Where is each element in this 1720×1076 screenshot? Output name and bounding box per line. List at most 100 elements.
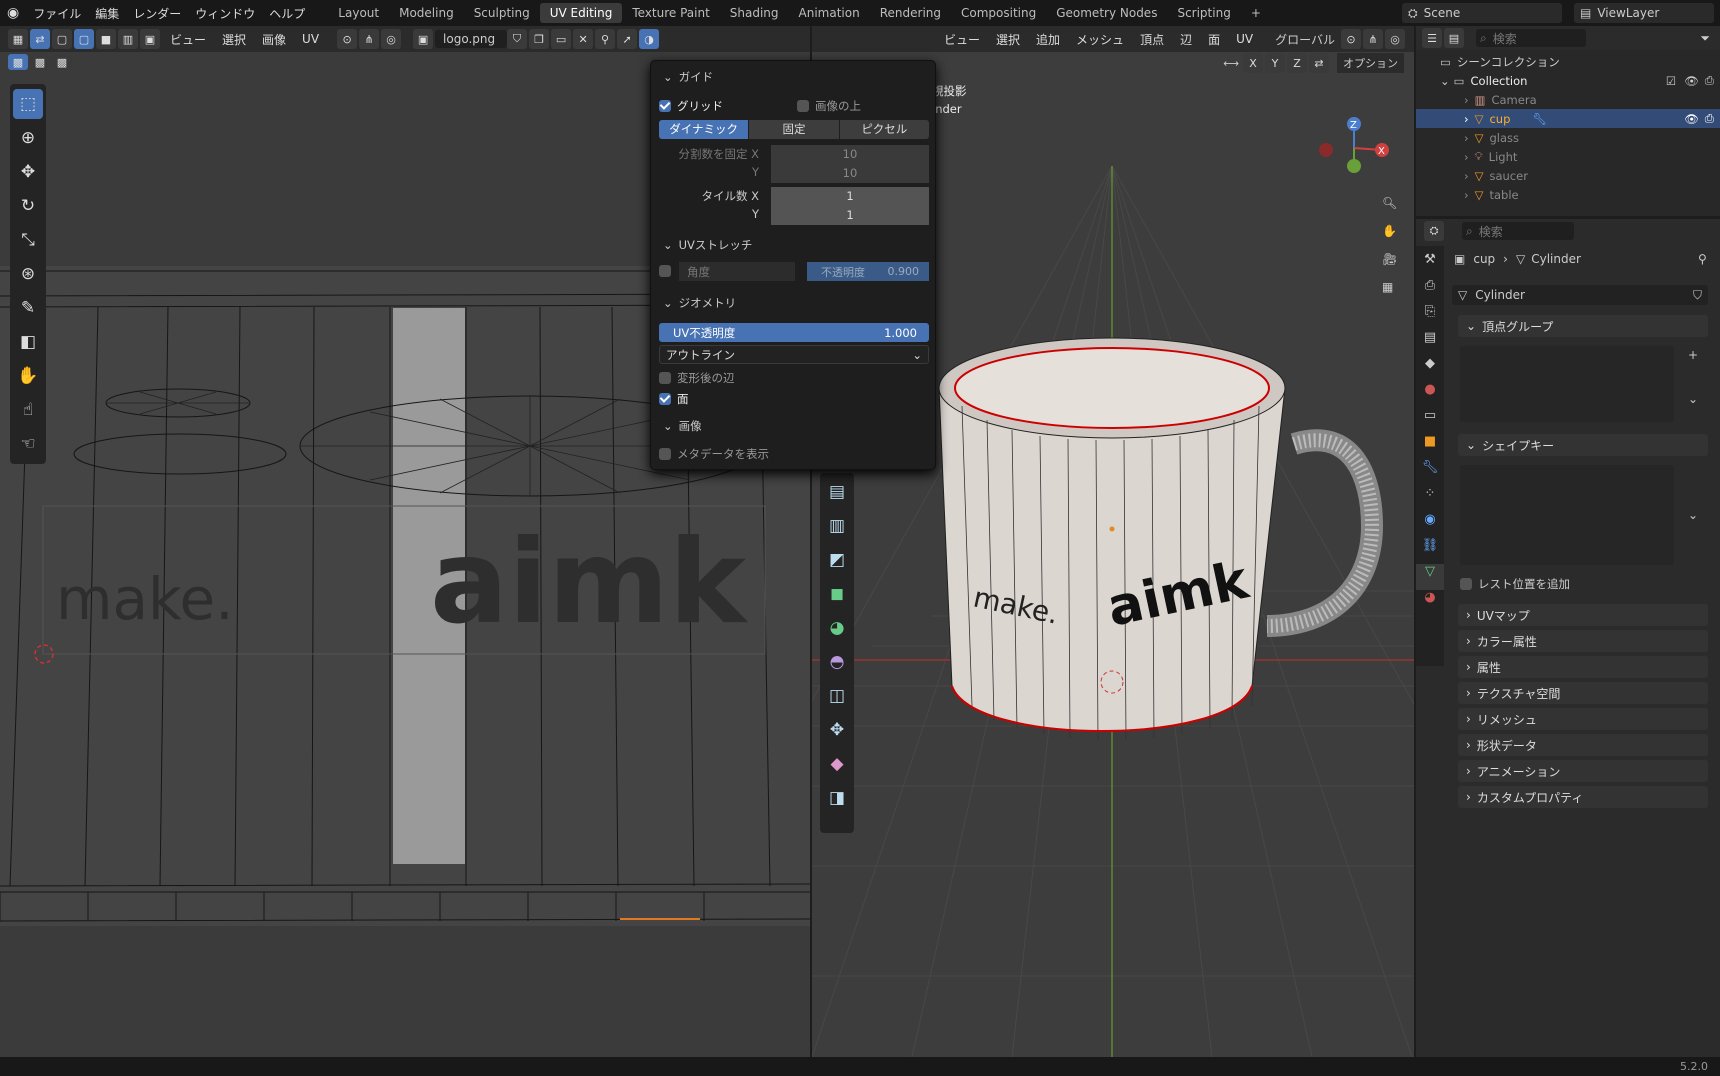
camera-icon[interactable]: ⎙ xyxy=(1705,73,1714,88)
shape-keys-panel[interactable]: ⌄ シェイプキー xyxy=(1458,434,1708,456)
material-tab-icon[interactable]: ◕ xyxy=(1424,590,1435,616)
menu-help[interactable]: ヘルプ xyxy=(262,5,312,22)
particles-tab-icon[interactable]: ⁘ xyxy=(1425,486,1436,512)
stretch-type-dropdown[interactable]: 角度 xyxy=(679,262,795,281)
tab-modeling[interactable]: Modeling xyxy=(389,3,464,23)
tab-scripting[interactable]: Scripting xyxy=(1167,3,1240,23)
eye-icon[interactable]: 👁︎ xyxy=(1684,112,1699,126)
stretch-opacity-slider[interactable]: 不透明度 0.900 xyxy=(807,262,929,281)
extrude-tool-icon[interactable]: ▤ xyxy=(822,477,852,507)
panel-animation[interactable]: › アニメーション xyxy=(1458,760,1708,782)
scene-tab-icon[interactable]: ◆ xyxy=(1425,356,1435,382)
spin-tool-icon[interactable]: ◓ xyxy=(822,647,852,677)
image-section-header[interactable]: ⌄ 画像 xyxy=(663,418,702,434)
fixed-sub-x-field[interactable]: 10 xyxy=(771,145,929,164)
display-mode-icon[interactable]: ▤ xyxy=(1444,28,1464,48)
menu-window[interactable]: ウィンドウ xyxy=(188,5,262,22)
outliner-search[interactable]: ⌕ 検索 xyxy=(1476,29,1586,47)
tab-texture-paint[interactable]: Texture Paint xyxy=(622,3,719,23)
vertex-groups-panel[interactable]: ⌄ 頂点グループ xyxy=(1458,315,1708,337)
transform-tool-icon[interactable]: ⊛ xyxy=(13,259,43,289)
outliner-item-saucer[interactable]: › ▽ saucer xyxy=(1416,166,1720,185)
shape-key-menu-icon[interactable]: ⌄ xyxy=(1684,508,1702,526)
tab-shading[interactable]: Shading xyxy=(720,3,789,23)
smooth-tool-icon[interactable]: ◫ xyxy=(822,681,852,711)
eye-icon[interactable]: 👁︎ xyxy=(1684,74,1699,88)
outliner-item-cup[interactable]: › ▽ cup 🔧︎ 👁︎ ⎙ xyxy=(1416,109,1720,128)
tab-sculpting[interactable]: Sculpting xyxy=(464,3,540,23)
checkbox-icon[interactable]: ☑ xyxy=(1666,74,1676,88)
constraints-tab-icon[interactable]: ⛓ xyxy=(1422,538,1439,564)
grid-checkbox[interactable]: グリッド xyxy=(659,98,723,114)
render-tab-icon[interactable]: ⎙ xyxy=(1425,278,1435,304)
tab-geometry-nodes[interactable]: Geometry Nodes xyxy=(1046,3,1167,23)
tab-compositing[interactable]: Compositing xyxy=(951,3,1046,23)
shrink-tool-icon[interactable]: ✥ xyxy=(822,715,852,745)
panel-remesh[interactable]: › リメッシュ xyxy=(1458,708,1708,730)
panel-color-attributes[interactable]: › カラー属性 xyxy=(1458,630,1708,652)
tab-uv-editing[interactable]: UV Editing xyxy=(539,3,623,23)
world-tab-icon[interactable]: ● xyxy=(1424,382,1435,408)
shape-keys-list[interactable] xyxy=(1460,465,1674,565)
panel-custom-properties[interactable]: › カスタムプロパティ xyxy=(1458,786,1708,808)
rip-region-icon[interactable]: ◨ xyxy=(822,783,852,813)
add-vertex-group-icon[interactable]: + xyxy=(1684,348,1702,366)
blender-logo-icon[interactable]: ◉ xyxy=(0,5,26,21)
panel-texture-space[interactable]: › テクスチャ空間 xyxy=(1458,682,1708,704)
scene-selector[interactable]: ⛭ Scene xyxy=(1402,3,1562,23)
modifier-tab-icon[interactable]: 🔧︎ xyxy=(1422,460,1439,486)
viewlayer-selector[interactable]: ▤ ViewLayer xyxy=(1574,3,1714,23)
uv-opacity-slider[interactable]: UV不透明度 1.000 xyxy=(659,323,929,342)
grab-tool-icon[interactable]: ✋ xyxy=(13,361,43,391)
rotate-tool-icon[interactable]: ↻ xyxy=(13,191,43,221)
modified-edges-checkbox[interactable]: 変形後の辺 xyxy=(659,370,735,386)
relax-tool-icon[interactable]: ☝ xyxy=(13,395,43,425)
properties-editor-icon[interactable]: ⛭ xyxy=(1424,221,1444,241)
faces-checkbox[interactable]: 面 xyxy=(659,391,689,407)
output-tab-icon[interactable]: ⎘ xyxy=(1425,304,1435,330)
collection-tab-icon[interactable]: ▭ xyxy=(1424,408,1436,434)
mode-pixel[interactable]: ピクセル xyxy=(839,120,929,139)
stretch-checkbox[interactable] xyxy=(659,265,677,277)
tool-tab-icon[interactable]: ⚒ xyxy=(1424,252,1436,278)
move-tool-icon[interactable]: ✥ xyxy=(13,157,43,187)
physics-tab-icon[interactable]: ◉ xyxy=(1424,512,1435,538)
outliner-item-table[interactable]: › ▽ table xyxy=(1416,185,1720,204)
outliner-item-light[interactable]: › 💡︎ Light xyxy=(1416,147,1720,166)
shear-tool-icon[interactable]: ◆ xyxy=(822,749,852,779)
cursor-tool-icon[interactable]: ⊕ xyxy=(13,123,43,153)
fixed-sub-y-field[interactable]: 10 xyxy=(771,164,929,183)
rip-tool-icon[interactable]: ◧ xyxy=(13,327,43,357)
mode-fixed[interactable]: 固定 xyxy=(749,120,839,139)
tiles-x-field[interactable]: 1 xyxy=(771,187,929,206)
navigation-gizmo[interactable]: Z X xyxy=(1300,86,1410,186)
data-tab-icon[interactable]: ▽ xyxy=(1416,564,1444,590)
outliner-item-glass[interactable]: › ▽ glass xyxy=(1416,128,1720,147)
outliner-editor-icon[interactable]: ☰ xyxy=(1422,28,1442,48)
show-metadata-checkbox[interactable]: メタデータを表示 xyxy=(659,446,769,462)
menu-file[interactable]: ファイル xyxy=(26,5,88,22)
annotate-tool-icon[interactable]: ✎ xyxy=(13,293,43,323)
tab-animation[interactable]: Animation xyxy=(789,3,870,23)
over-image-checkbox[interactable]: 画像の上 xyxy=(797,98,861,114)
fake-user-icon[interactable]: ⛉ xyxy=(1693,288,1702,303)
bevel-tool-icon[interactable]: ◩ xyxy=(822,545,852,575)
stretch-section-header[interactable]: ⌄ UVストレッチ xyxy=(663,237,752,253)
uv-display-dropdown[interactable]: アウトライン ⌄ xyxy=(659,345,929,364)
add-workspace-icon[interactable]: + xyxy=(1241,3,1271,23)
camera-icon[interactable]: ⎙ xyxy=(1705,111,1714,126)
pan-icon[interactable]: ✋ xyxy=(1382,224,1397,252)
zoom-icon[interactable]: 🔍︎ xyxy=(1382,196,1397,224)
menu-edit[interactable]: 編集 xyxy=(88,5,126,22)
scene-collection-row[interactable]: ▭ シーンコレクション xyxy=(1416,52,1720,71)
loopcut-tool-icon[interactable]: ◼ xyxy=(822,579,852,609)
ortho-toggle-icon[interactable]: ▦ xyxy=(1382,280,1397,308)
menu-render[interactable]: レンダー xyxy=(126,5,188,22)
pin-icon[interactable]: ⚲ xyxy=(1698,252,1707,266)
panel-attributes[interactable]: › 属性 xyxy=(1458,656,1708,678)
filter-icon[interactable]: ⏷ xyxy=(1700,31,1710,46)
collection-row[interactable]: ⌄ ▭ Collection ☑ 👁︎ ⎙ xyxy=(1416,71,1720,90)
properties-search[interactable]: ⌕ 検索 xyxy=(1462,222,1574,240)
outliner-item-camera[interactable]: › ▥ Camera xyxy=(1416,90,1720,109)
camera-view-icon[interactable]: 🎥︎ xyxy=(1382,252,1397,280)
